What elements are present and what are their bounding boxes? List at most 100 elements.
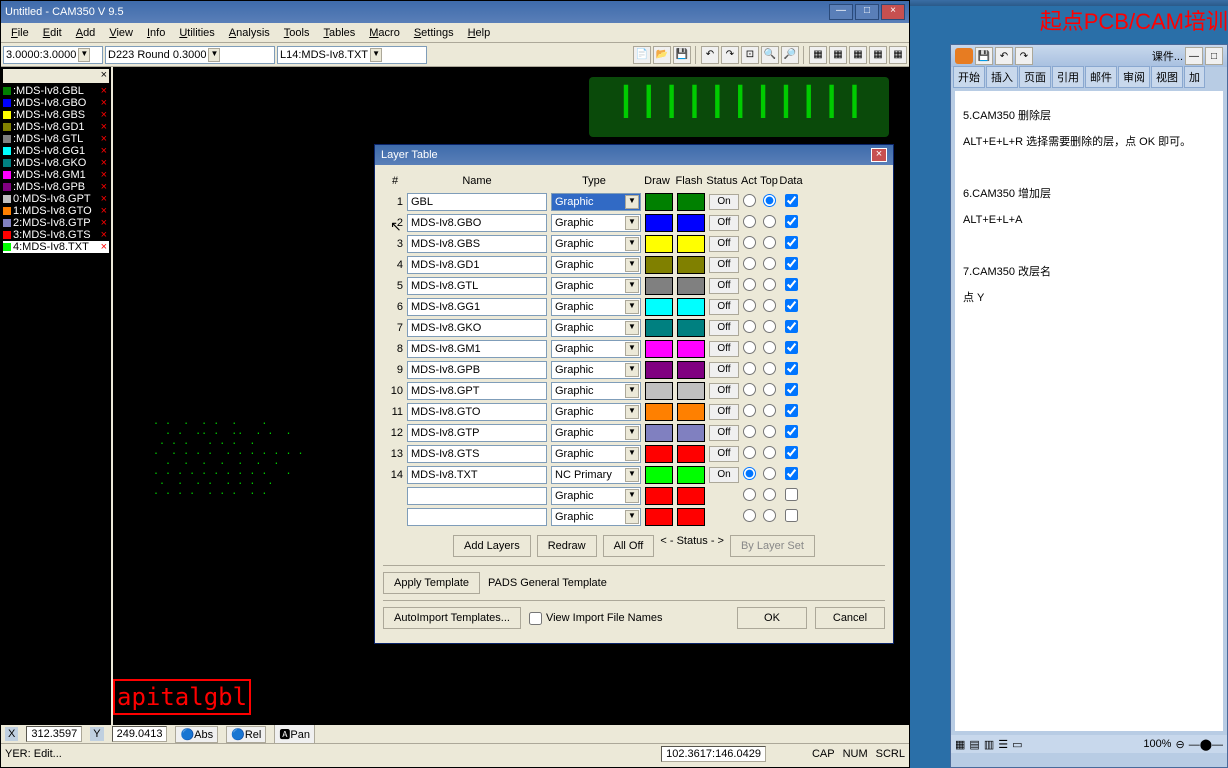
radio[interactable] bbox=[739, 362, 759, 378]
layer-name-input[interactable]: MDS-Iv8.GKO bbox=[407, 319, 547, 337]
draw-color[interactable] bbox=[645, 403, 673, 421]
layer-name-input[interactable]: MDS-Iv8.GPT bbox=[407, 382, 547, 400]
all-off-button[interactable]: All Off bbox=[603, 535, 655, 557]
layer-name-input[interactable]: MDS-Iv8.GPB bbox=[407, 361, 547, 379]
status-toggle[interactable]: Off bbox=[709, 236, 739, 252]
status-toggle[interactable]: Off bbox=[709, 320, 739, 336]
layer-name-input[interactable]: MDS-Iv8.GBO bbox=[407, 214, 547, 232]
aperture-combo[interactable]: D223 Round 0.3000▼ bbox=[105, 46, 275, 64]
flash-color[interactable] bbox=[677, 340, 705, 358]
layer-panel-item[interactable]: 0:MDS-Iv8.GPT× bbox=[3, 193, 109, 205]
layer-panel-item[interactable]: 3:MDS-Iv8.GTS× bbox=[3, 229, 109, 241]
status-toggle[interactable]: Off bbox=[709, 215, 739, 231]
checkbox[interactable] bbox=[779, 299, 803, 315]
grid4-icon[interactable]: ▦ bbox=[869, 46, 887, 64]
layer-name-input[interactable]: MDS-Iv8.TXT bbox=[407, 466, 547, 484]
layer-type-combo[interactable]: Graphic▼ bbox=[551, 256, 641, 274]
draw-color[interactable] bbox=[645, 277, 673, 295]
menu-tools[interactable]: Tools bbox=[278, 25, 316, 41]
view-import-checkbox[interactable]: View Import File Names bbox=[529, 612, 663, 625]
draw-color[interactable] bbox=[645, 361, 673, 379]
draw-color[interactable] bbox=[645, 214, 673, 232]
autoimport-button[interactable]: AutoImport Templates... bbox=[383, 607, 521, 629]
layer-name-input[interactable]: MDS-Iv8.GTS bbox=[407, 445, 547, 463]
layer-combo[interactable]: L14:MDS-Iv8.TXT▼ bbox=[277, 46, 427, 64]
menu-analysis[interactable]: Analysis bbox=[223, 25, 276, 41]
abs-button[interactable]: 🔵Abs bbox=[175, 726, 218, 743]
flash-color[interactable] bbox=[677, 487, 705, 505]
undo-icon[interactable]: ↶ bbox=[701, 46, 719, 64]
menu-macro[interactable]: Macro bbox=[363, 25, 406, 41]
status-toggle[interactable]: Off bbox=[709, 257, 739, 273]
checkbox[interactable] bbox=[779, 446, 803, 462]
menu-file[interactable]: File bbox=[5, 25, 35, 41]
layer-name-input[interactable]: MDS-Iv8.GD1 bbox=[407, 256, 547, 274]
layer-panel-item[interactable]: :MDS-Iv8.GBL× bbox=[3, 85, 109, 97]
layer-type-combo[interactable]: Graphic▼ bbox=[551, 235, 641, 253]
layer-type-combo[interactable]: Graphic▼ bbox=[551, 340, 641, 358]
layer-type-combo[interactable]: Graphic▼ bbox=[551, 298, 641, 316]
layer-type-combo[interactable]: Graphic▼ bbox=[551, 403, 641, 421]
view-icon[interactable]: ▥ bbox=[984, 738, 994, 751]
flash-color[interactable] bbox=[677, 508, 705, 526]
draw-color[interactable] bbox=[645, 193, 673, 211]
layer-type-combo[interactable]: Graphic▼ bbox=[551, 361, 641, 379]
checkbox[interactable] bbox=[779, 509, 803, 525]
rel-button[interactable]: 🔵Rel bbox=[226, 726, 266, 743]
flash-color[interactable] bbox=[677, 424, 705, 442]
checkbox[interactable] bbox=[779, 467, 803, 483]
radio[interactable] bbox=[739, 320, 759, 336]
layer-type-combo[interactable]: Graphic▼ bbox=[551, 508, 641, 526]
draw-color[interactable] bbox=[645, 319, 673, 337]
radio[interactable] bbox=[759, 467, 779, 483]
checkbox[interactable] bbox=[779, 341, 803, 357]
pan-button[interactable]: 🅰Pan bbox=[274, 724, 315, 744]
layer-panel-item-active[interactable]: 4:MDS-Iv8.TXT× bbox=[3, 241, 109, 253]
zoom-slider[interactable]: —⬤— bbox=[1189, 738, 1223, 751]
ribbon-tab[interactable]: 加 bbox=[1184, 66, 1205, 88]
layer-panel-item[interactable]: :MDS-Iv8.GPB× bbox=[3, 181, 109, 193]
layer-panel-item[interactable]: :MDS-Iv8.GTL× bbox=[3, 133, 109, 145]
layer-panel-item[interactable]: 2:MDS-Iv8.GTP× bbox=[3, 217, 109, 229]
zoom-in-icon[interactable]: 🔍 bbox=[761, 46, 779, 64]
checkbox[interactable] bbox=[779, 236, 803, 252]
radio[interactable] bbox=[759, 446, 779, 462]
ok-button[interactable]: OK bbox=[737, 607, 807, 629]
maximize-button[interactable]: □ bbox=[855, 4, 879, 20]
flash-color[interactable] bbox=[677, 361, 705, 379]
checkbox[interactable] bbox=[779, 320, 803, 336]
apply-template-button[interactable]: Apply Template bbox=[383, 572, 480, 594]
radio[interactable] bbox=[759, 215, 779, 231]
titlebar[interactable]: Untitled - CAM350 V 9.5 — □ × bbox=[1, 1, 909, 23]
radio[interactable] bbox=[739, 236, 759, 252]
redraw-button[interactable]: Redraw bbox=[537, 535, 597, 557]
draw-color[interactable] bbox=[645, 382, 673, 400]
layer-name-input[interactable]: MDS-Iv8.GBS bbox=[407, 235, 547, 253]
draw-color[interactable] bbox=[645, 340, 673, 358]
radio[interactable] bbox=[739, 341, 759, 357]
menu-utilities[interactable]: Utilities bbox=[173, 25, 220, 41]
menu-settings[interactable]: Settings bbox=[408, 25, 460, 41]
draw-color[interactable] bbox=[645, 466, 673, 484]
status-toggle[interactable]: Off bbox=[709, 341, 739, 357]
radio[interactable] bbox=[759, 509, 779, 525]
checkbox[interactable] bbox=[779, 278, 803, 294]
flash-color[interactable] bbox=[677, 466, 705, 484]
radio[interactable] bbox=[739, 257, 759, 273]
flash-color[interactable] bbox=[677, 445, 705, 463]
layer-type-combo[interactable]: Graphic▼ bbox=[551, 382, 641, 400]
menu-help[interactable]: Help bbox=[462, 25, 497, 41]
undo-icon[interactable]: ↶ bbox=[995, 47, 1013, 65]
panel-close-icon[interactable]: × bbox=[101, 69, 107, 81]
layer-name-input[interactable] bbox=[407, 487, 547, 505]
menu-edit[interactable]: Edit bbox=[37, 25, 68, 41]
layer-type-combo[interactable]: Graphic▼ bbox=[551, 193, 641, 211]
layer-name-input[interactable]: MDS-Iv8.GM1 bbox=[407, 340, 547, 358]
layer-panel-item[interactable]: 1:MDS-Iv8.GTO× bbox=[3, 205, 109, 217]
redo-icon[interactable]: ↷ bbox=[1015, 47, 1033, 65]
status-toggle[interactable]: Off bbox=[709, 404, 739, 420]
layer-type-combo[interactable]: Graphic▼ bbox=[551, 445, 641, 463]
ribbon-tab[interactable]: 插入 bbox=[986, 66, 1018, 88]
layer-type-combo[interactable]: NC Primary▼ bbox=[551, 466, 641, 484]
draw-color[interactable] bbox=[645, 487, 673, 505]
